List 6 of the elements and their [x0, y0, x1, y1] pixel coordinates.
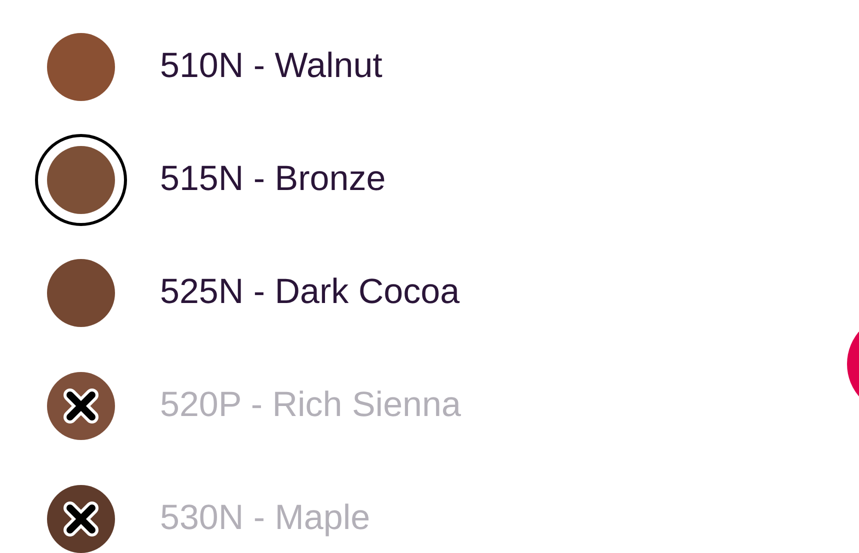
swatch-label[interactable]: 510N - Walnut [160, 40, 382, 93]
cross-icon [63, 388, 99, 424]
swatch-label[interactable]: 525N - Dark Cocoa [160, 266, 460, 319]
cross-icon [63, 500, 99, 536]
swatch-label[interactable]: 515N - Bronze [160, 153, 386, 206]
color-swatch[interactable] [47, 146, 115, 214]
